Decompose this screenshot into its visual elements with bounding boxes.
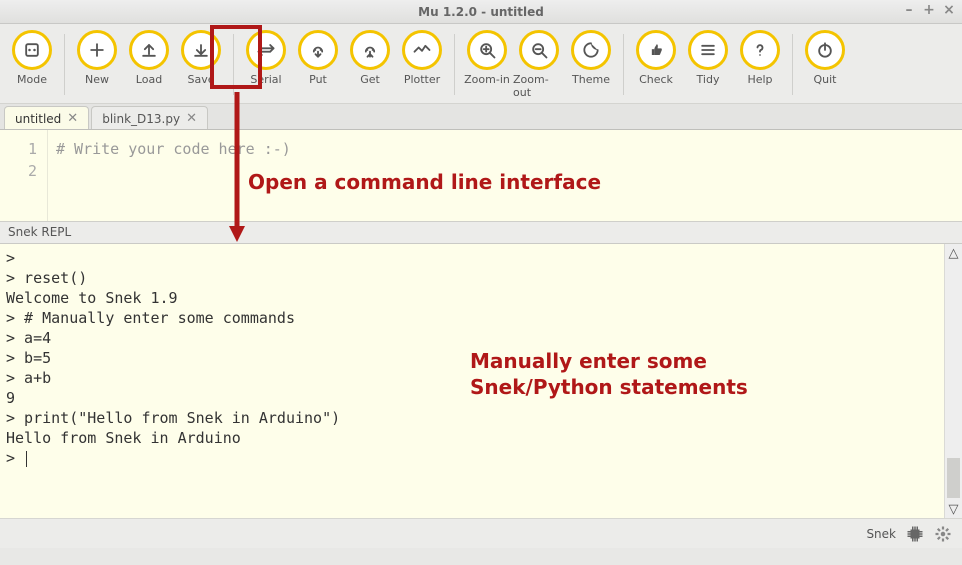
tidy-button[interactable]: Tidy <box>682 30 734 86</box>
close-button[interactable]: × <box>942 2 956 18</box>
repl-title: Snek REPL <box>8 225 71 239</box>
serial-icon <box>246 30 286 70</box>
zoom-out-button[interactable]: Zoom-out <box>513 30 565 99</box>
check-button[interactable]: Check <box>630 30 682 86</box>
repl-line: > # Manually enter some commands <box>6 308 938 328</box>
check-icon <box>636 30 676 70</box>
repl-line: > reset() <box>6 268 938 288</box>
zoom-in-label: Zoom-in <box>464 73 510 86</box>
repl-line: > a=4 <box>6 328 938 348</box>
get-label: Get <box>360 73 380 86</box>
tab-label: blink_D13.py <box>102 112 180 126</box>
get-button[interactable]: Get <box>344 30 396 86</box>
repl-panel: >> reset()Welcome to Snek 1.9> # Manuall… <box>0 244 962 518</box>
gear-icon[interactable] <box>934 525 952 543</box>
plotter-icon <box>402 30 442 70</box>
put-label: Put <box>309 73 327 86</box>
line-number: 2 <box>0 160 37 182</box>
minimize-button[interactable]: – <box>902 2 916 18</box>
save-label: Save <box>187 73 214 86</box>
repl-line: 9 <box>6 388 938 408</box>
editor-tabs: untitled ✕ blink_D13.py ✕ <box>0 104 962 130</box>
new-label: New <box>85 73 109 86</box>
code-area[interactable]: # Write your code here :-) <box>48 130 291 221</box>
get-icon <box>350 30 390 70</box>
help-icon <box>740 30 780 70</box>
theme-label: Theme <box>572 73 610 86</box>
window-title: Mu 1.2.0 - untitled <box>418 5 544 19</box>
chip-icon[interactable] <box>906 525 924 543</box>
load-button[interactable]: Load <box>123 30 175 86</box>
repl-header: Snek REPL <box>0 222 962 244</box>
scroll-up-icon[interactable]: △ <box>945 244 962 262</box>
line-number-gutter: 12 <box>0 130 48 221</box>
toolbar: Mode New Load Save Serial Put Get Plotter Zoom-i… <box>0 24 962 104</box>
save-icon <box>181 30 221 70</box>
scroll-thumb[interactable] <box>947 458 960 498</box>
repl-output[interactable]: >> reset()Welcome to Snek 1.9> # Manuall… <box>0 244 944 518</box>
repl-line: > <box>6 448 938 468</box>
tab-close-icon[interactable]: ✕ <box>186 111 197 126</box>
quit-label: Quit <box>814 73 837 86</box>
tidy-label: Tidy <box>697 73 720 86</box>
zoom-out-label: Zoom-out <box>513 73 565 99</box>
plotter-label: Plotter <box>404 73 440 86</box>
repl-line: Hello from Snek in Arduino <box>6 428 938 448</box>
zoom-in-icon <box>467 30 507 70</box>
load-icon <box>129 30 169 70</box>
zoom-out-icon <box>519 30 559 70</box>
code-line: # Write your code here :-) <box>56 138 291 160</box>
plotter-button[interactable]: Plotter <box>396 30 448 86</box>
mode-button[interactable]: Mode <box>6 30 58 86</box>
quit-button[interactable]: Quit <box>799 30 851 86</box>
tab-close-icon[interactable]: ✕ <box>67 111 78 126</box>
tidy-icon <box>688 30 728 70</box>
code-editor[interactable]: 12 # Write your code here :-) <box>0 130 962 222</box>
repl-scrollbar[interactable]: △ ▽ <box>944 244 962 518</box>
tab-blink-d13-py[interactable]: blink_D13.py ✕ <box>91 106 208 129</box>
status-bar: Snek <box>0 518 962 548</box>
new-button[interactable]: New <box>71 30 123 86</box>
maximize-button[interactable]: + <box>922 2 936 18</box>
repl-line: > <box>6 248 938 268</box>
serial-label: Serial <box>250 73 281 86</box>
help-label: Help <box>747 73 772 86</box>
put-icon <box>298 30 338 70</box>
line-number: 1 <box>0 138 37 160</box>
mode-icon <box>12 30 52 70</box>
window-titlebar: Mu 1.2.0 - untitled – + × <box>0 0 962 24</box>
status-mode: Snek <box>866 527 896 541</box>
quit-icon <box>805 30 845 70</box>
repl-line: Welcome to Snek 1.9 <box>6 288 938 308</box>
scroll-down-icon[interactable]: ▽ <box>945 500 962 518</box>
zoom-in-button[interactable]: Zoom-in <box>461 30 513 99</box>
help-button[interactable]: Help <box>734 30 786 86</box>
theme-icon <box>571 30 611 70</box>
theme-button[interactable]: Theme <box>565 30 617 99</box>
mode-label: Mode <box>17 73 47 86</box>
repl-line: > a+b <box>6 368 938 388</box>
repl-line: > b=5 <box>6 348 938 368</box>
repl-caret <box>26 451 27 467</box>
load-label: Load <box>136 73 162 86</box>
save-button[interactable]: Save <box>175 30 227 86</box>
put-button[interactable]: Put <box>292 30 344 86</box>
serial-button[interactable]: Serial <box>240 30 292 86</box>
tab-label: untitled <box>15 112 61 126</box>
check-label: Check <box>639 73 673 86</box>
window-controls: – + × <box>902 2 956 18</box>
repl-line: > print("Hello from Snek in Arduino") <box>6 408 938 428</box>
new-icon <box>77 30 117 70</box>
tab-untitled[interactable]: untitled ✕ <box>4 106 89 129</box>
